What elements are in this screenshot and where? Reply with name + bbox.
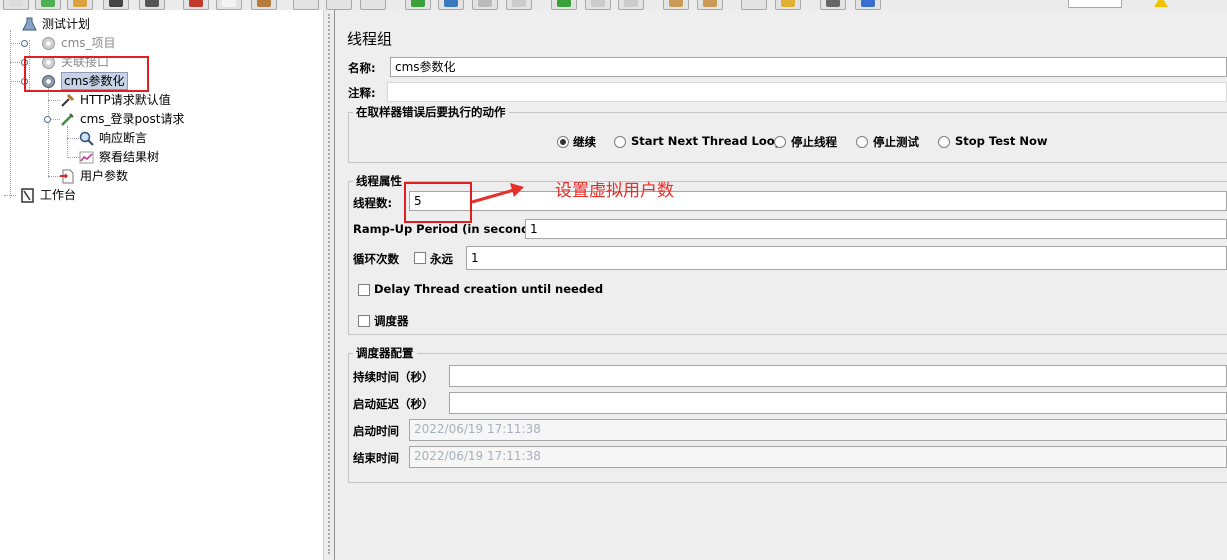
radio-start-next-loop-label: Start Next Thread Loop bbox=[631, 134, 783, 148]
name-label: 名称: bbox=[348, 61, 376, 75]
help-icon[interactable] bbox=[855, 0, 881, 10]
reset-search-icon[interactable] bbox=[775, 0, 801, 10]
radio-start-next-loop[interactable] bbox=[614, 136, 626, 148]
startup-delay-input[interactable] bbox=[449, 392, 1227, 414]
end-time-label: 结束时间 bbox=[353, 451, 399, 465]
shutdown-icon[interactable] bbox=[506, 0, 532, 10]
threads-label: 线程数: bbox=[353, 196, 393, 210]
pipette-icon bbox=[61, 113, 74, 126]
remote-start-icon[interactable] bbox=[551, 0, 577, 10]
delay-thread-label: Delay Thread creation until needed bbox=[374, 282, 604, 296]
tree-item-label: cms_项目 bbox=[61, 36, 116, 50]
chart-icon bbox=[79, 151, 94, 164]
radio-stop-thread-label: 停止线程 bbox=[791, 135, 837, 149]
radio-stop-thread[interactable] bbox=[774, 136, 786, 148]
tree-item-label: cms_登录post请求 bbox=[80, 112, 185, 126]
radio-continue[interactable] bbox=[557, 136, 569, 148]
radio-stop-test-now-label: Stop Test Now bbox=[955, 134, 1048, 148]
clipboard-icon bbox=[21, 188, 34, 203]
flask-icon bbox=[22, 17, 37, 31]
document-icon bbox=[60, 169, 74, 184]
gear-icon bbox=[42, 37, 55, 50]
pane-splitter[interactable] bbox=[323, 10, 335, 560]
thread-group-panel: 线程组 名称: cms参数化 注释: 在取样器错误后要执行的动作 继续 Star… bbox=[335, 10, 1227, 560]
page-title: 线程组 bbox=[347, 30, 393, 48]
clear-icon[interactable] bbox=[663, 0, 689, 10]
scheduler-checkbox[interactable] bbox=[358, 315, 370, 327]
radio-stop-test-now[interactable] bbox=[938, 136, 950, 148]
error-action-title: 在取样器错误后要执行的动作 bbox=[353, 104, 509, 120]
annotation-arrow-icon bbox=[471, 183, 524, 204]
loop-label: 循环次数 bbox=[353, 252, 399, 266]
comment-label: 注释: bbox=[348, 86, 376, 100]
tree-item-label: 响应断言 bbox=[99, 131, 148, 145]
duration-label: 持续时间（秒） bbox=[353, 370, 434, 384]
toggle-icon[interactable] bbox=[360, 0, 386, 10]
stop-icon[interactable] bbox=[472, 0, 498, 10]
scheduler-config-title: 调度器配置 bbox=[353, 345, 417, 361]
start-icon[interactable] bbox=[405, 0, 431, 10]
toolbar bbox=[0, 0, 1227, 10]
copy-icon[interactable] bbox=[216, 0, 242, 10]
threads-highlight-box bbox=[404, 182, 472, 223]
tree-item-label: 用户参数 bbox=[80, 169, 129, 183]
test-plan-tree: 测试计划 cms_项目 关联接口 cms参数化 HTTP请求默认值 cms_登录… bbox=[0, 10, 323, 560]
templates-icon[interactable] bbox=[35, 0, 61, 10]
threads-input[interactable]: 5 bbox=[409, 191, 1227, 211]
scheduler-label: 调度器 bbox=[374, 314, 409, 328]
warning-icon[interactable] bbox=[1154, 0, 1168, 7]
thread-properties-title: 线程属性 bbox=[353, 173, 405, 189]
start-time-label: 启动时间 bbox=[353, 424, 399, 438]
tree-item-label: 察看结果树 bbox=[99, 150, 160, 164]
startup-delay-label: 启动延迟（秒） bbox=[353, 397, 434, 411]
expand-icon[interactable] bbox=[293, 0, 319, 10]
search-icon[interactable] bbox=[741, 0, 767, 10]
tree-toggle[interactable] bbox=[21, 40, 28, 47]
tree-item-label: 工作台 bbox=[40, 188, 77, 202]
annotation-text: 设置虚拟用户数 bbox=[555, 181, 674, 201]
loop-count-input[interactable]: 1 bbox=[466, 246, 1227, 270]
clear-all-icon[interactable] bbox=[697, 0, 723, 10]
collapse-icon[interactable] bbox=[326, 0, 352, 10]
start-no-pause-icon[interactable] bbox=[438, 0, 464, 10]
paste-icon[interactable] bbox=[251, 0, 277, 10]
radio-stop-test[interactable] bbox=[856, 136, 868, 148]
forever-checkbox[interactable] bbox=[414, 252, 426, 264]
start-time-input[interactable]: 2022/06/19 17:11:38 bbox=[409, 419, 1227, 441]
close-icon[interactable] bbox=[103, 0, 129, 10]
end-time-input[interactable]: 2022/06/19 17:11:38 bbox=[409, 446, 1227, 468]
new-icon[interactable] bbox=[3, 0, 29, 10]
cut-icon[interactable] bbox=[183, 0, 209, 10]
forever-label: 永远 bbox=[430, 252, 453, 266]
tree-highlight-box bbox=[24, 56, 149, 92]
radio-continue-label: 继续 bbox=[573, 135, 596, 149]
save-icon[interactable] bbox=[139, 0, 165, 10]
magnifier-icon bbox=[79, 131, 94, 146]
remote-shutdown-icon[interactable] bbox=[618, 0, 644, 10]
rampup-label: Ramp-Up Period (in seconds): bbox=[353, 222, 547, 236]
tree-item-label: HTTP请求默认值 bbox=[80, 93, 171, 107]
name-input[interactable]: cms参数化 bbox=[390, 57, 1227, 77]
wrench-icon bbox=[61, 93, 75, 107]
delay-thread-checkbox[interactable] bbox=[358, 284, 370, 296]
tree-item-label: 测试计划 bbox=[42, 17, 91, 31]
toolbar-status-field bbox=[1068, 0, 1122, 8]
remote-stop-icon[interactable] bbox=[585, 0, 611, 10]
duration-input[interactable] bbox=[449, 365, 1227, 387]
function-helper-icon[interactable] bbox=[820, 0, 846, 10]
rampup-input[interactable]: 1 bbox=[525, 219, 1227, 239]
open-icon[interactable] bbox=[67, 0, 93, 10]
radio-stop-test-label: 停止测试 bbox=[873, 135, 919, 149]
tree-toggle[interactable] bbox=[44, 116, 51, 123]
comment-input[interactable] bbox=[387, 82, 1227, 102]
